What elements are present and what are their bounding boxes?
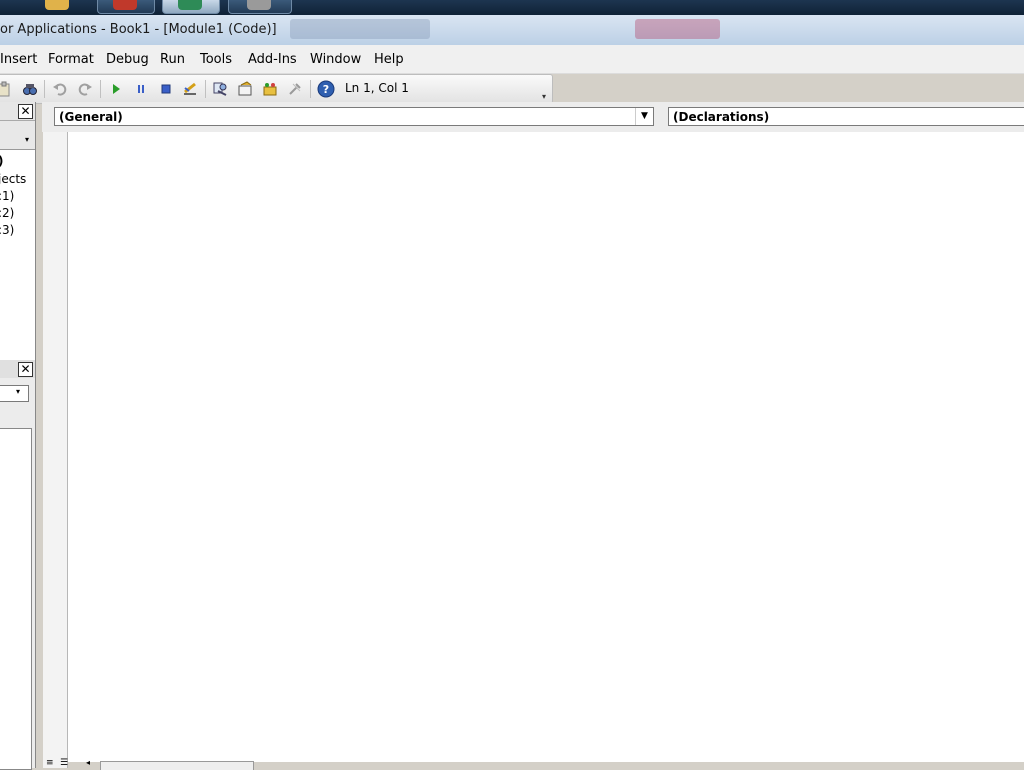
background-window-ghost xyxy=(635,19,720,39)
toolbox-icon[interactable] xyxy=(287,81,303,97)
chevron-down-icon[interactable]: ▼ xyxy=(635,108,653,125)
code-margin[interactable] xyxy=(43,132,68,768)
tree-item[interactable]: jects xyxy=(0,172,26,186)
code-editor[interactable] xyxy=(68,132,1024,762)
close-icon[interactable]: ✕ xyxy=(18,104,33,119)
taskbar-button-other[interactable] xyxy=(228,0,292,14)
code-window: (General) ▼ (Declarations) ≡ ☰ ◂ xyxy=(42,102,1024,770)
standard-toolbar: ? Ln 1, Col 1 ▾ xyxy=(0,74,553,104)
view-buttons: ≡ ☰ ◂ xyxy=(46,758,100,768)
break-icon[interactable] xyxy=(133,81,149,97)
app-icon xyxy=(247,0,271,10)
help-icon[interactable]: ? xyxy=(317,80,335,98)
undo-icon[interactable] xyxy=(52,81,68,97)
reset-icon[interactable] xyxy=(158,81,174,97)
close-icon[interactable]: ✕ xyxy=(18,362,33,377)
tree-item[interactable]: :3) xyxy=(0,223,14,237)
menu-insert[interactable]: Insert xyxy=(0,52,37,67)
object-browser-icon[interactable] xyxy=(262,81,278,97)
powerpoint-icon xyxy=(113,0,137,10)
properties-object-select[interactable]: ▾ xyxy=(0,385,29,402)
toolbar-separator xyxy=(100,80,101,98)
scroll-left-icon[interactable]: ◂ xyxy=(86,758,90,767)
project-explorer-icon[interactable] xyxy=(212,81,228,97)
svg-text:?: ? xyxy=(323,83,329,96)
taskbar xyxy=(0,0,1024,15)
redo-icon[interactable] xyxy=(77,81,93,97)
taskbar-app-icon-a[interactable] xyxy=(45,0,69,10)
project-explorer-titlebar: ✕ xyxy=(0,102,35,121)
toolbar-separator xyxy=(310,80,311,98)
tree-item[interactable]: :2) xyxy=(0,206,14,220)
excel-icon xyxy=(178,0,202,10)
paste-icon[interactable] xyxy=(0,81,12,97)
tree-item[interactable]: :1) xyxy=(0,189,14,203)
project-explorer-pane: ✕ ▾ ) jects :1) :2) :3) xyxy=(0,102,36,360)
menu-debug[interactable]: Debug xyxy=(106,52,149,67)
menu-bar: Insert Format Debug Run Tools Add-Ins Wi… xyxy=(0,45,1024,74)
properties-pane: ✕ ▾ xyxy=(0,360,36,770)
menu-run[interactable]: Run xyxy=(160,52,185,67)
procedure-view-icon[interactable]: ≡ xyxy=(46,758,54,768)
taskbar-button-powerpoint[interactable] xyxy=(97,0,155,14)
object-combo[interactable]: (General) ▼ xyxy=(54,107,654,126)
menu-tools[interactable]: Tools xyxy=(200,52,232,67)
menu-format[interactable]: Format xyxy=(48,52,94,67)
properties-titlebar: ✕ xyxy=(0,360,35,378)
full-module-view-icon[interactable]: ☰ xyxy=(60,758,68,768)
toolbar-separator xyxy=(205,80,206,98)
run-icon[interactable] xyxy=(108,81,124,97)
taskbar-button-excel[interactable] xyxy=(162,0,220,14)
toolbar-options-chevron-icon[interactable]: ▾ xyxy=(542,93,550,101)
object-combo-value: (General) xyxy=(59,110,123,124)
code-window-header: (General) ▼ (Declarations) xyxy=(42,102,1024,132)
window-title: or Applications - Book1 - [Module1 (Code… xyxy=(0,22,277,37)
procedure-combo[interactable]: (Declarations) xyxy=(668,107,1024,126)
find-icon[interactable] xyxy=(22,81,38,97)
background-window-ghost xyxy=(290,19,430,39)
cursor-position: Ln 1, Col 1 xyxy=(345,81,409,95)
tree-item[interactable]: ) xyxy=(0,154,3,168)
horizontal-scrollbar[interactable] xyxy=(100,761,254,770)
properties-list[interactable] xyxy=(0,428,32,770)
design-mode-icon[interactable] xyxy=(182,81,198,97)
chevron-down-icon[interactable]: ▾ xyxy=(25,135,29,144)
toolbar-separator xyxy=(44,80,45,98)
menu-help[interactable]: Help xyxy=(374,52,404,67)
procedure-combo-value: (Declarations) xyxy=(673,110,770,124)
project-explorer-toolbar: ▾ xyxy=(0,121,35,150)
title-bar: or Applications - Book1 - [Module1 (Code… xyxy=(0,15,1024,45)
chevron-down-icon: ▾ xyxy=(16,387,21,396)
properties-window-icon[interactable] xyxy=(237,81,253,97)
menu-window[interactable]: Window xyxy=(310,52,361,67)
menu-add-ins[interactable]: Add-Ins xyxy=(248,52,297,67)
